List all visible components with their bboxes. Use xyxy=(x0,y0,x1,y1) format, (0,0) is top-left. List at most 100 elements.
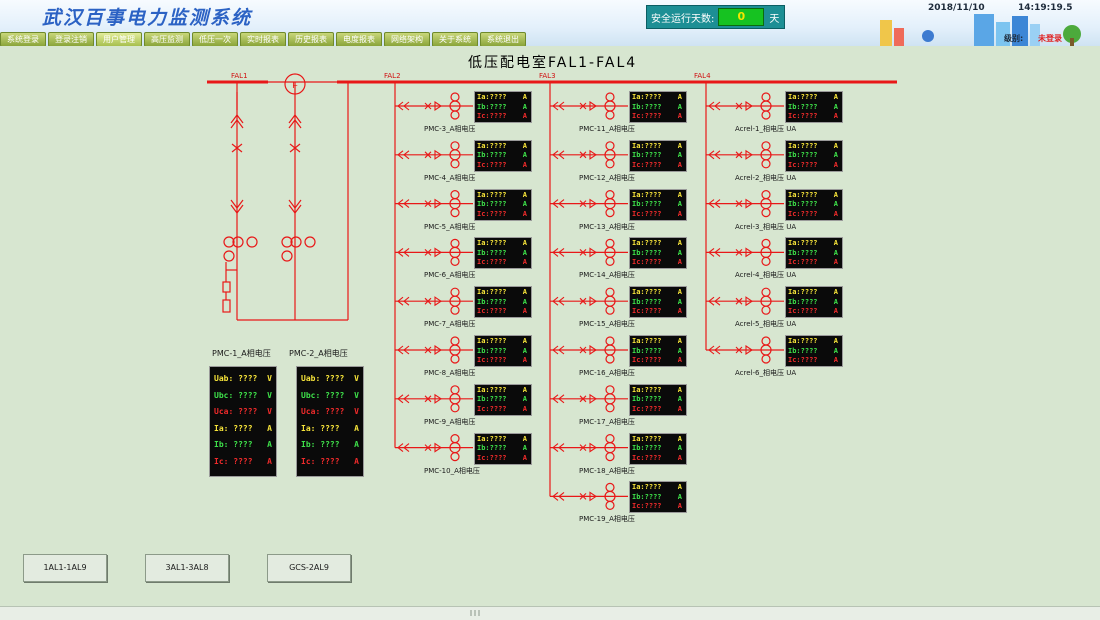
meter-unit: A xyxy=(833,102,838,111)
feeder-meter[interactable]: Ia:???? A Ib:???? A Ic:???? A xyxy=(785,335,843,367)
meter-unit: A xyxy=(522,258,527,267)
meter-unit: A xyxy=(677,346,682,355)
feeder-col2-0-ct-icon xyxy=(605,92,615,102)
meter-value: Ia:???? xyxy=(477,288,507,297)
feeder-meter[interactable]: Ia:???? A Ib:???? A Ic:???? A xyxy=(474,139,532,172)
feeder-col2-8-ct-icon xyxy=(605,500,615,510)
feeder-meter[interactable]: Ia:???? A Ib:???? A Ic:???? A xyxy=(629,383,687,416)
meter-unit: A xyxy=(677,297,682,306)
feeder-col1-0-ct-icon xyxy=(450,110,460,120)
pmc-meter-value: Ia: ???? xyxy=(301,423,340,433)
pmc-meter-unit: V xyxy=(267,390,272,400)
meter-unit: A xyxy=(677,248,682,257)
meter-value: Ic:???? xyxy=(477,258,507,267)
feeder-meter[interactable]: Ia:???? A Ib:???? A Ic:???? A xyxy=(629,139,687,172)
feeder-col2-4-ct-icon xyxy=(605,287,615,297)
meter-value: Ia:???? xyxy=(632,337,662,345)
meter-row: Ic:???? A xyxy=(632,356,684,365)
panel-gcs-button[interactable]: GCS-2AL9 xyxy=(267,554,351,582)
meter-row: Ia:???? A xyxy=(632,386,684,395)
pmc-meter-row: Ia: ???? A xyxy=(301,423,359,435)
feeder-col1-4-ct-icon xyxy=(450,305,460,315)
feeder-label: PMC-4_A相电压 xyxy=(424,173,476,182)
feeder-label: PMC-17_A相电压 xyxy=(579,417,635,426)
feeder-meter[interactable]: Ia:???? A Ib:???? A Ic:???? A xyxy=(629,237,687,270)
meter-value: Ic:???? xyxy=(788,258,818,267)
feeder-meter[interactable]: Ia:???? A Ib:???? A Ic:???? A xyxy=(785,91,843,123)
fuse-icon xyxy=(222,299,231,313)
pmc-meter-unit: A xyxy=(354,423,359,433)
feeder-meter[interactable]: Ia:???? A Ib:???? A Ic:???? A xyxy=(785,188,843,221)
feeder-label: PMC-6_A相电压 xyxy=(424,271,476,280)
meter-row: Ib:???? A xyxy=(477,298,529,307)
feeder-label: Acrel-4_相电压 UA xyxy=(735,271,797,280)
feeder-meter[interactable]: Ia:???? A Ib:???? A Ic:???? A xyxy=(629,481,687,514)
feeder-meter[interactable]: Ia:???? A Ib:???? A Ic:???? A xyxy=(629,188,687,221)
meter-value: Ib:???? xyxy=(632,248,662,257)
meter-value: Ib:???? xyxy=(632,297,662,306)
feeder-meter[interactable]: Ia:???? A Ib:???? A Ic:???? A xyxy=(629,286,687,319)
meter-unit: A xyxy=(522,200,527,209)
meter-value: Ic:???? xyxy=(788,160,818,169)
meter-row: Ia:???? A xyxy=(477,142,529,151)
incomer-1-ct-icon xyxy=(246,236,258,248)
meter-row: Ic:???? A xyxy=(632,258,684,267)
meter-row: Ib:???? A xyxy=(477,249,529,258)
pmc-meter-unit: A xyxy=(267,456,272,466)
pmc1-label: PMC-1_A相电压 xyxy=(212,349,271,358)
feeder-col2-6-ct-icon xyxy=(605,385,615,395)
feeder-meter[interactable]: Ia:???? A Ib:???? A Ic:???? A xyxy=(785,286,843,319)
meter-value: Ia:???? xyxy=(477,239,507,248)
meter-value: Ib:???? xyxy=(632,346,662,355)
feeder-col3-1-ct-icon xyxy=(761,141,771,151)
meter-row: Ia:???? A xyxy=(477,191,529,200)
feeder-meter[interactable]: Ia:???? A Ib:???? A Ic:???? A xyxy=(474,286,532,319)
panel-1al-button[interactable]: 1AL1-1AL9 xyxy=(23,554,107,582)
feeder-col2-7-ct-icon xyxy=(605,434,615,444)
meter-row: Ic:???? A xyxy=(477,210,529,219)
meter-unit: A xyxy=(833,356,838,364)
pmc-meter-unit: A xyxy=(354,440,359,449)
meter-unit: A xyxy=(677,160,682,169)
feeder-meter[interactable]: Ia:???? A Ib:???? A Ic:???? A xyxy=(474,432,532,465)
meter-unit: A xyxy=(677,141,682,150)
feeder-col1-7-ct-icon xyxy=(450,452,460,462)
scroll-grip-icon[interactable] xyxy=(466,609,484,617)
meter-value: Ic:???? xyxy=(632,356,662,364)
feeder-meter[interactable]: Ia:???? A Ib:???? A Ic:???? A xyxy=(474,237,532,270)
panel-3al-button[interactable]: 3AL1-3AL8 xyxy=(145,554,229,582)
meter-value: Ia:???? xyxy=(477,190,507,199)
meter-unit: A xyxy=(833,200,838,209)
feeder-label: Acrel-6_相电压 UA xyxy=(735,369,797,377)
meter-row: Ic:???? A xyxy=(632,502,684,511)
meter-row: Ia:???? A xyxy=(632,191,684,200)
feeder-meter[interactable]: Ia:???? A Ib:???? A Ic:???? A xyxy=(629,91,687,123)
meter-value: Ib:???? xyxy=(477,102,507,111)
feeder-meter[interactable]: Ia:???? A Ib:???? A Ic:???? A xyxy=(474,91,532,123)
feeder-meter[interactable]: Ia:???? A Ib:???? A Ic:???? A xyxy=(474,335,532,367)
meter-value: Ia:???? xyxy=(632,93,662,101)
meter-row: Ia:???? A xyxy=(788,142,840,151)
meter-row: Ib:???? A xyxy=(477,151,529,160)
meter-row: Ia:???? A xyxy=(477,337,529,346)
feeder-col2-0-ct-icon xyxy=(605,110,615,120)
horizontal-scrollbar[interactable] xyxy=(0,606,1100,620)
feeder-meter[interactable]: Ia:???? A Ib:???? A Ic:???? A xyxy=(629,432,687,465)
feeder-meter[interactable]: Ia:???? A Ib:???? A Ic:???? A xyxy=(785,139,843,172)
feeder-meter[interactable]: Ia:???? A Ib:???? A Ic:???? A xyxy=(474,188,532,221)
meter-unit: A xyxy=(522,160,527,169)
meter-value: Ic:???? xyxy=(632,453,662,462)
meter-value: Ia:???? xyxy=(788,190,818,199)
meter-value: Ib:???? xyxy=(788,248,818,257)
meter-unit: A xyxy=(833,93,838,101)
feeder-label: PMC-10_A相电压 xyxy=(424,466,480,475)
pmc-meter-row: Uab: ???? V xyxy=(214,373,272,385)
pmc-meter-value: Uab: ???? xyxy=(214,374,258,383)
feeder-meter[interactable]: Ia:???? A Ib:???? A Ic:???? A xyxy=(629,335,687,367)
meter-value: Ic:???? xyxy=(477,307,507,316)
feeder-meter[interactable]: Ia:???? A Ib:???? A Ic:???? A xyxy=(785,237,843,270)
feeder-label: PMC-5_A相电压 xyxy=(424,222,476,231)
feeder-meter[interactable]: Ia:???? A Ib:???? A Ic:???? A xyxy=(474,383,532,416)
pmc1-meter[interactable]: Uab: ???? V Ubc: ???? V Uca: ???? V Ia: ???? A I… xyxy=(209,366,277,477)
pmc2-meter[interactable]: Uab: ???? V Ubc: ???? V Uca: ???? V Ia: ???? A I… xyxy=(296,366,364,477)
